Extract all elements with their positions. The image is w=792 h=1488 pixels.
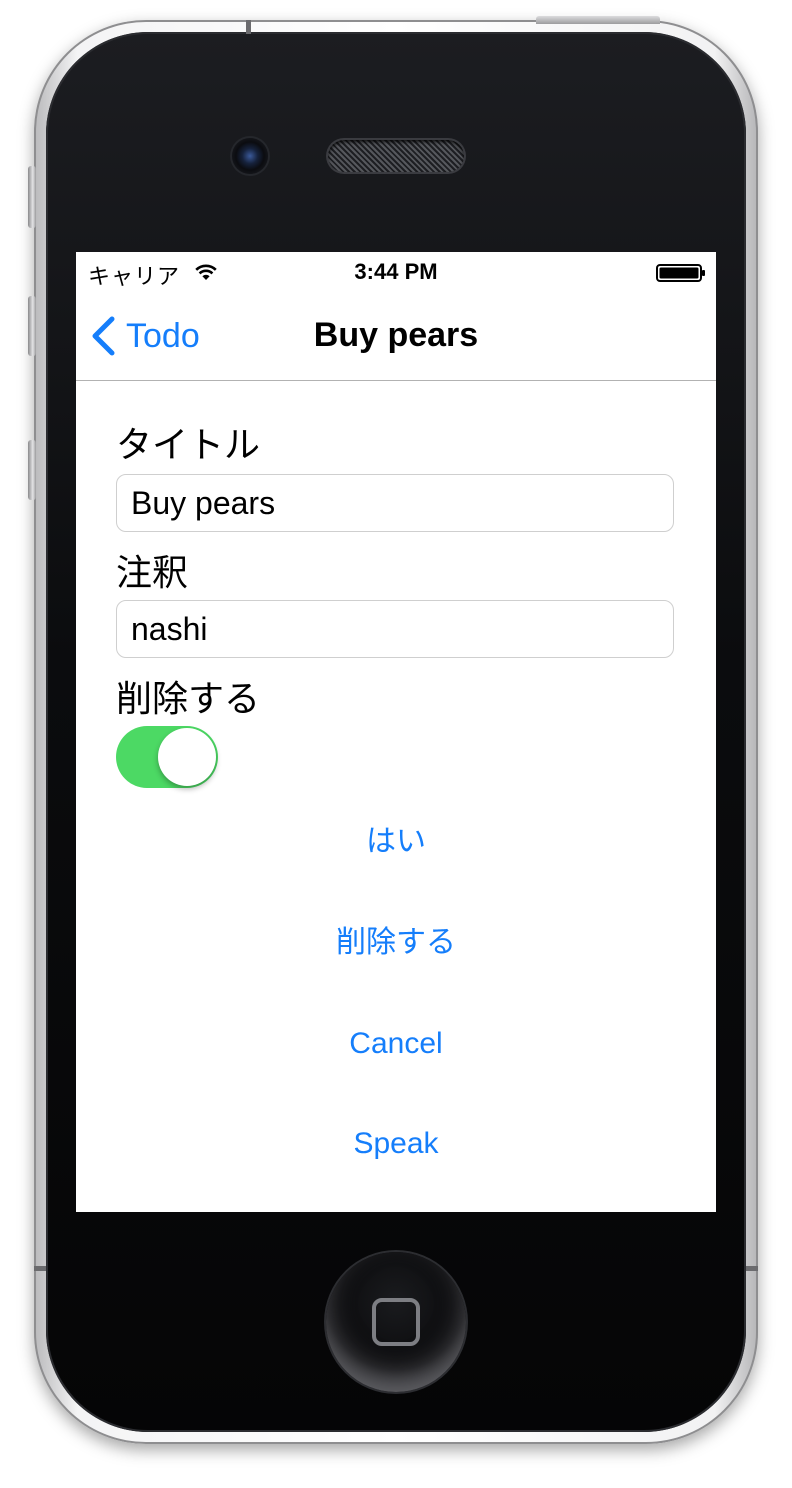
title-label: タイトル <box>116 424 261 465</box>
page-title: Buy pears <box>313 316 479 354</box>
delete-button[interactable]: 削除する <box>76 913 716 973</box>
power-button <box>536 16 660 24</box>
mute-switch <box>28 166 36 228</box>
antenna-band <box>34 1266 46 1271</box>
front-camera <box>232 138 268 174</box>
navigation-bar: Todo Buy pears <box>76 292 716 381</box>
toggle-knob <box>158 728 216 786</box>
volume-down-button <box>28 440 36 500</box>
notes-label: 注釈 <box>116 552 189 593</box>
title-field[interactable]: Buy pears <box>116 474 674 532</box>
status-bar: キャリア 3:44 PM <box>76 252 716 292</box>
yes-button[interactable]: はい <box>76 812 716 872</box>
battery-icon <box>656 264 705 282</box>
cancel-button[interactable]: Cancel <box>76 1014 716 1074</box>
notes-field[interactable]: nashi <box>116 600 674 658</box>
home-square-icon <box>372 1298 420 1346</box>
done-toggle[interactable] <box>116 726 218 788</box>
earpiece-speaker <box>328 140 464 172</box>
done-label: 削除する <box>116 678 261 719</box>
app-screen: キャリア 3:44 PM Todo Buy pears タイトル Buy pea… <box>76 252 716 1212</box>
home-button[interactable] <box>326 1252 466 1392</box>
status-time: 3:44 PM <box>354 259 438 284</box>
antenna-band <box>246 20 251 34</box>
speak-button[interactable]: Speak <box>76 1114 716 1174</box>
antenna-band <box>746 1266 758 1271</box>
volume-up-button <box>28 296 36 356</box>
